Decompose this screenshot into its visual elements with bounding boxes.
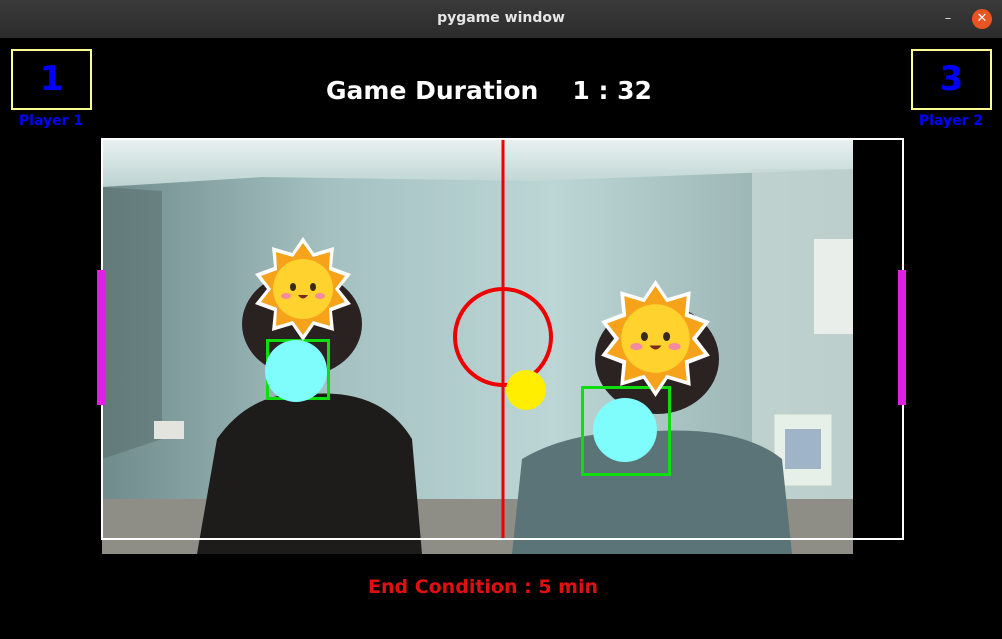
player2-hand-marker — [593, 398, 657, 462]
field-markings — [453, 140, 553, 538]
player2-score: 3 — [939, 59, 964, 99]
game-canvas: 1 Player 1 3 Player 2 Game Duration 1 : 3… — [0, 38, 1002, 639]
window-titlebar: pygame window – ✕ — [0, 0, 1002, 39]
player1-score: 1 — [39, 59, 64, 99]
end-condition: End Condition : 5 min — [367, 576, 599, 598]
game-duration-time: 1 : 32 — [572, 76, 652, 105]
smiling-sun-icon — [255, 237, 351, 341]
player1-score-box: 1 — [11, 49, 92, 110]
player1-label: Player 1 — [18, 113, 84, 129]
player1-paddle — [97, 270, 105, 405]
game-duration: Game Duration 1 : 32 — [326, 76, 652, 105]
smiling-sun-icon — [601, 280, 710, 397]
minimize-button[interactable]: – — [938, 9, 958, 29]
player1-hand-marker — [265, 340, 327, 402]
game-duration-label: Game Duration — [326, 76, 539, 105]
playing-field — [101, 138, 904, 540]
game-ball — [506, 370, 546, 410]
player2-score-box: 3 — [911, 49, 992, 110]
player2-paddle — [898, 270, 906, 405]
window-title: pygame window — [437, 10, 565, 26]
player2-label: Player 2 — [918, 113, 984, 129]
close-button[interactable]: ✕ — [972, 9, 992, 29]
